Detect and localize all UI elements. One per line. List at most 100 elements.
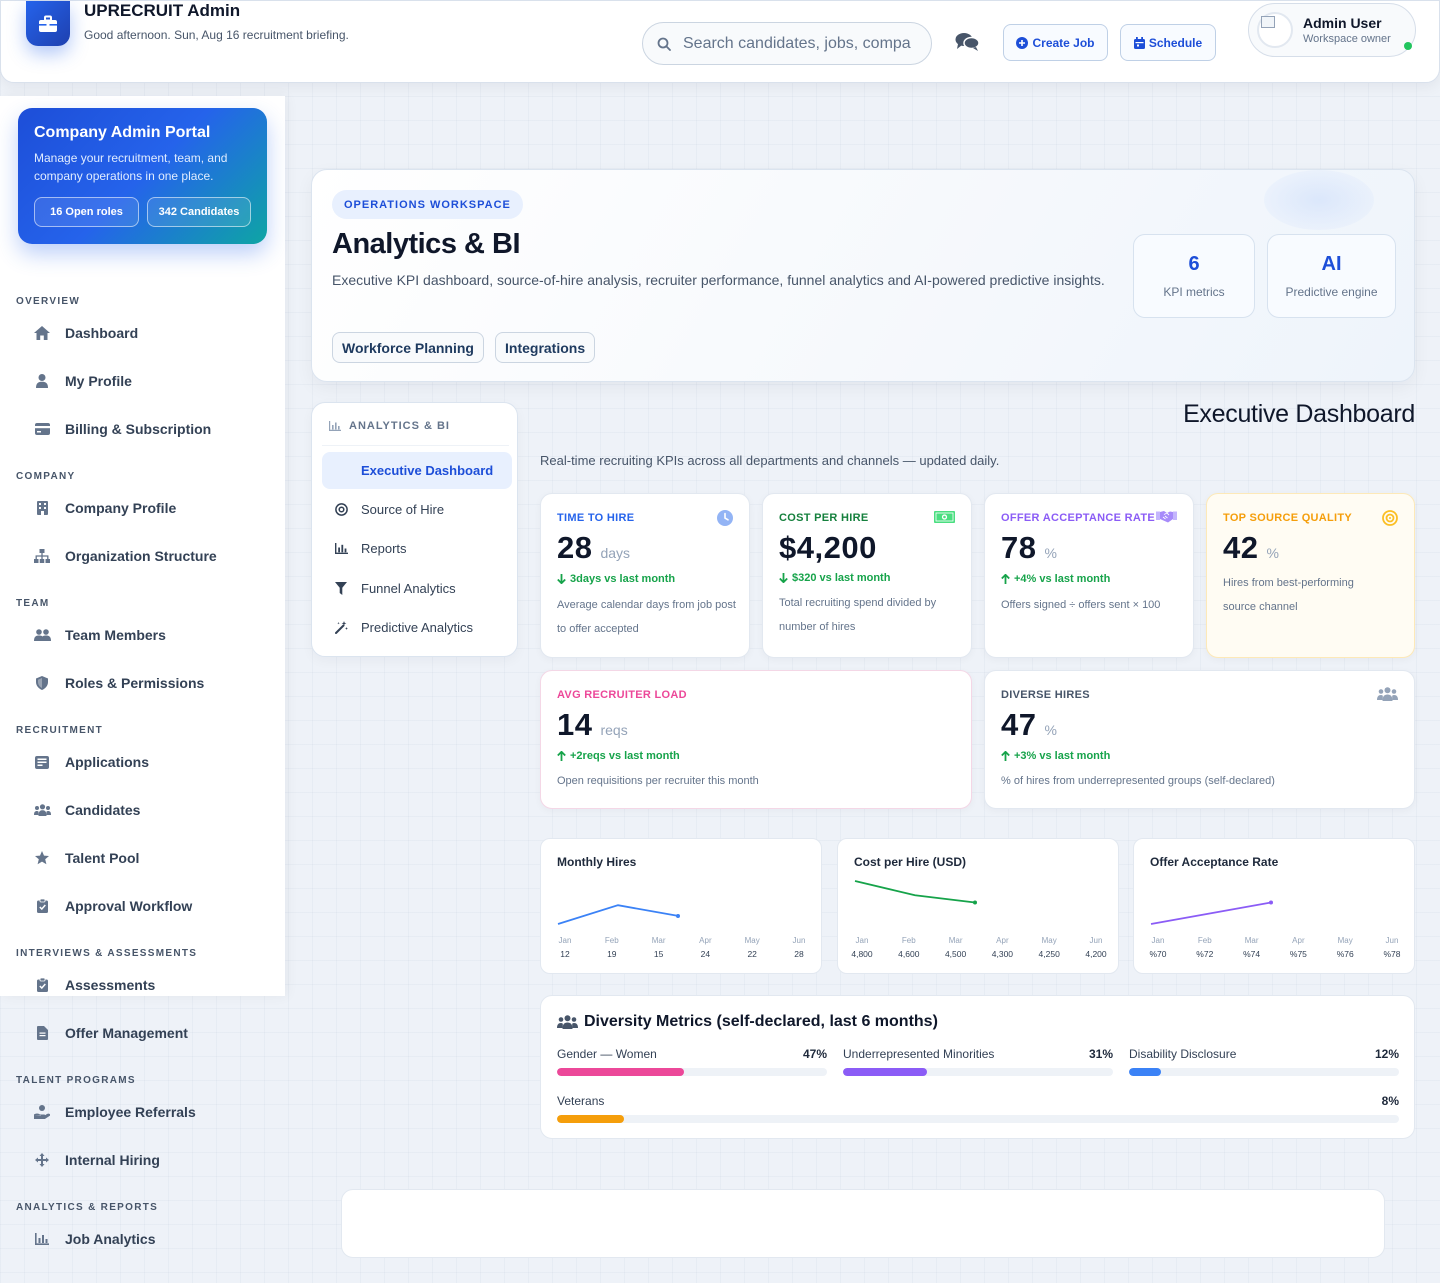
sidebar-item-job-analytics[interactable]: Job Analytics	[33, 1231, 156, 1247]
sidebar-item-approval-workflow[interactable]: Approval Workflow	[33, 898, 192, 914]
integrations-tag[interactable]: Integrations	[495, 332, 596, 363]
subnav-label: Executive Dashboard	[361, 463, 494, 478]
sidebar-item-employee-referrals[interactable]: Employee Referrals	[33, 1104, 196, 1120]
subnav-reports[interactable]: Reports	[322, 530, 512, 567]
series-line	[557, 904, 679, 925]
chart-offer-acceptance-rate: Offer Acceptance Rate Jan %70 Feb %72 Mar %74…	[1133, 838, 1415, 974]
bar-label: Underrepresented Minorities	[843, 1047, 995, 1061]
arrow-down-icon	[557, 574, 566, 584]
kpi-delta-text: 3days vs last month	[570, 573, 676, 585]
kpi-label: DIVERSE HIRES	[1001, 689, 1090, 701]
sidebar-item-team-members[interactable]: Team Members	[33, 627, 166, 643]
users-icon	[557, 1015, 578, 1029]
section-analytics-reports: ANALYTICS & REPORTS	[16, 1202, 159, 1213]
arrow-down-icon	[779, 573, 788, 583]
kpi-value-row: $4,200	[779, 530, 877, 566]
bar-value: 47%	[802, 1047, 827, 1061]
diversity-metrics-card: Diversity Metrics (self-declared, last 6…	[540, 995, 1415, 1139]
analytics-subnav: ANALYTICS & BI Executive Dashboard Sourc…	[311, 402, 518, 657]
chat-icon[interactable]	[955, 32, 980, 57]
data-label: 22	[747, 949, 757, 959]
arrow-up-icon	[557, 751, 566, 761]
sidebar-item-assessments[interactable]: Assessments	[33, 977, 155, 993]
workforce-planning-tag[interactable]: Workforce Planning	[332, 332, 484, 363]
search-box[interactable]	[642, 22, 932, 65]
create-job-button[interactable]: Create Job	[1003, 24, 1108, 61]
kpi-delta-text: +4% vs last month	[1014, 573, 1111, 585]
x-tick-label: Jan	[1152, 936, 1165, 945]
kpi-description: Total recruiting spend divided by number…	[779, 597, 937, 633]
kpi-card-cost-per-hire: COST PER HIRE $4,200 $320 vs last month …	[762, 493, 972, 658]
x-tick-label: Jun	[1090, 936, 1103, 945]
sidebar-item-label: Billing & Subscription	[65, 421, 212, 437]
bar-fill	[557, 1115, 625, 1123]
online-status-dot	[1404, 42, 1412, 50]
subnav-label: Source of Hire	[361, 502, 445, 517]
subnav-source-of-hire[interactable]: Source of Hire	[322, 491, 512, 528]
bar-fill	[557, 1068, 684, 1076]
clipboard-check-icon	[33, 978, 51, 992]
dashboard-title: Executive Dashboard	[1183, 400, 1415, 428]
data-label: 4,300	[992, 949, 1014, 959]
kpi-value-row: 42%	[1223, 530, 1279, 566]
sidebar-item-applications[interactable]: Applications	[33, 754, 149, 770]
kpi-unit: %	[1044, 545, 1057, 561]
candidates-chip[interactable]: 342 Candidates	[147, 197, 251, 227]
sidebar-item-label: Employee Referrals	[65, 1104, 196, 1120]
sidebar-item-talent-pool[interactable]: Talent Pool	[33, 850, 139, 866]
sidebar-item-my-profile[interactable]: My Profile	[33, 373, 132, 389]
open-roles-chip[interactable]: 16 Open roles	[34, 197, 139, 227]
sidebar-item-label: Talent Pool	[65, 850, 140, 866]
subnav-predictive-analytics[interactable]: Predictive Analytics	[322, 609, 512, 646]
kpi-value: 14	[557, 707, 593, 742]
data-point	[973, 900, 977, 905]
star-icon	[33, 851, 51, 865]
bar-value: 31%	[1088, 1047, 1113, 1061]
predictive-engine-stat: AI Predictive engine	[1267, 234, 1396, 318]
bullseye-icon	[1382, 510, 1398, 531]
bar-label: Disability Disclosure	[1129, 1047, 1237, 1061]
kpi-card-avg-recruiter-load: AVG RECRUITER LOAD 14 reqs +2reqs vs last…	[540, 670, 972, 809]
workspace-hero-card: OPERATIONS WORKSPACE Analytics & BI Exec…	[311, 169, 1415, 382]
kpi-label: AVG RECRUITER LOAD	[557, 689, 687, 701]
portal-title: Company Admin Portal	[34, 124, 211, 141]
bar-chart-icon	[329, 421, 341, 431]
sidebar-item-dashboard[interactable]: Dashboard	[33, 325, 138, 341]
sidebar-item-candidates[interactable]: Candidates	[33, 802, 140, 818]
subnav-funnel-analytics[interactable]: Funnel Analytics	[322, 570, 512, 607]
x-tick-label: Mar	[949, 936, 963, 945]
x-tick-label: May	[1338, 936, 1353, 945]
bar-value: 12%	[1374, 1047, 1399, 1061]
kpi-delta: +4% vs last month	[1001, 573, 1110, 585]
bar-label: Gender — Women	[557, 1047, 657, 1061]
bar-fill	[843, 1068, 927, 1076]
x-tick-label: May	[1042, 936, 1057, 945]
schedule-button[interactable]: Schedule	[1120, 24, 1216, 61]
filter-icon	[333, 582, 349, 595]
company-portal-card: Company Admin Portal Manage your recruit…	[18, 108, 267, 244]
sidebar-item-label: Assessments	[65, 977, 156, 993]
sidebar-item-label: Organization Structure	[65, 548, 217, 564]
kpi-delta: 3days vs last month	[557, 573, 675, 585]
file-icon	[33, 1026, 51, 1040]
sitemap-icon	[33, 549, 51, 563]
data-label: 12	[560, 949, 570, 959]
sidebar-item-roles-permissions[interactable]: Roles & Permissions	[33, 675, 204, 691]
sidebar-item-internal-hiring[interactable]: Internal Hiring	[33, 1152, 160, 1168]
kpi-value-row: 78%	[1001, 530, 1057, 566]
subnav-label: Funnel Analytics	[361, 581, 456, 596]
user-menu[interactable]: Admin User Workspace owner	[1248, 3, 1416, 57]
top-bar: UPRECRUIT Admin Good afternoon. Sun, Aug…	[0, 0, 1440, 83]
sidebar-item-organization-structure[interactable]: Organization Structure	[33, 548, 217, 564]
subnav-label: Reports	[361, 541, 407, 556]
calendar-icon	[1133, 36, 1145, 49]
sidebar-item-offer-management[interactable]: Offer Management	[33, 1025, 188, 1041]
sidebar-item-company-profile[interactable]: Company Profile	[33, 500, 176, 516]
sidebar-item-label: Approval Workflow	[65, 898, 193, 914]
kpi-unit: %	[1266, 545, 1279, 561]
search-input[interactable]	[683, 34, 923, 53]
kpi-label: COST PER HIRE	[779, 512, 869, 524]
kpi-value: 28	[557, 530, 593, 565]
subnav-executive-dashboard[interactable]: Executive Dashboard	[322, 452, 512, 489]
sidebar-item-billing[interactable]: Billing & Subscription	[33, 421, 211, 437]
